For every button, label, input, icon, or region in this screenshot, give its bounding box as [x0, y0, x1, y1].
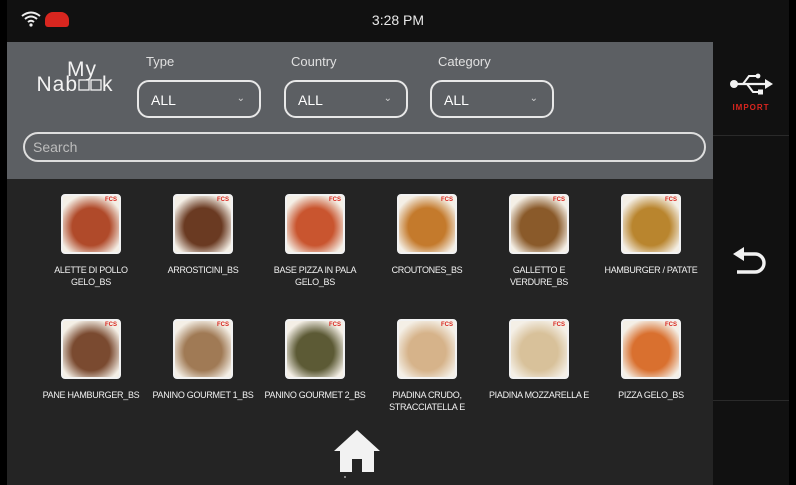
recipe-thumbnail: FCS — [397, 319, 457, 379]
back-button[interactable] — [731, 245, 769, 284]
recipe-name: CROUTONES_BS — [391, 265, 463, 275]
recipe-item[interactable]: FCS GALLETTO E VERDURE_BS — [484, 194, 594, 288]
mynabook-logo: My Nab k — [36, 58, 114, 96]
recipe-name: PIADINA CRUDO, STRACCIATELLA E — [389, 390, 465, 412]
recipe-name: GALLETTO E VERDURE_BS — [509, 265, 569, 287]
search-input[interactable] — [23, 132, 706, 162]
recipe-item[interactable]: FCS PANINO GOURMET 2_BS — [260, 319, 370, 401]
recipe-item[interactable]: FCS PIZZA GELO_BS — [596, 319, 706, 401]
recipe-name: HAMBURGER / PATATE — [604, 265, 698, 275]
recipe-item[interactable]: FCS ARROSTICINI_BS — [148, 194, 258, 276]
sidebar-divider — [713, 135, 789, 136]
category-filter-label: Category — [438, 54, 491, 69]
recipe-thumbnail: FCS — [173, 194, 233, 254]
recipe-thumbnail: FCS — [61, 319, 121, 379]
recipe-thumbnail: FCS — [621, 319, 681, 379]
recipe-grid: FCS ALETTE DI POLLO GELO_BS FCS ARROSTIC… — [7, 179, 713, 485]
recipe-thumbnail: FCS — [173, 319, 233, 379]
book-icon — [78, 79, 102, 92]
type-filter-select[interactable]: ALL ⌄ — [137, 80, 261, 118]
status-time: 3:28 PM — [371, 12, 425, 28]
recipe-name: BASE PIZZA IN PALA GELO_BS — [273, 265, 357, 287]
back-arrow-icon — [733, 247, 766, 274]
filter-header: My Nab k Type ALL ⌄ Country ALL ⌄ Categor… — [7, 42, 713, 179]
app-frame: 3:28 PM My Nab k Type ALL ⌄ Country ALL ⌄… — [7, 0, 789, 485]
chevron-down-icon: ⌄ — [383, 93, 392, 104]
country-filter-select[interactable]: ALL ⌄ — [284, 80, 408, 118]
recipe-thumbnail: FCS — [61, 194, 121, 254]
right-sidebar: IMPORT — [713, 42, 789, 485]
usb-icon — [730, 73, 773, 95]
recipe-thumbnail: FCS — [509, 194, 569, 254]
recipe-thumbnail: FCS — [285, 319, 345, 379]
recipe-item[interactable]: FCS PANE HAMBURGER_BS — [36, 319, 146, 401]
recipe-item[interactable]: FCS PIADINA MOZZARELLA E — [484, 319, 594, 401]
import-button[interactable]: IMPORT — [713, 72, 789, 112]
recipe-item[interactable]: FCS ALETTE DI POLLO GELO_BS — [36, 194, 146, 288]
chevron-down-icon: ⌄ — [236, 93, 245, 104]
sidebar-divider — [713, 400, 789, 401]
chevron-down-icon: ⌄ — [529, 93, 538, 104]
recipe-thumbnail: FCS — [285, 194, 345, 254]
recipe-item[interactable]: FCS CROUTONES_BS — [372, 194, 482, 276]
recipe-thumbnail: FCS — [397, 194, 457, 254]
type-filter-label: Type — [146, 54, 175, 69]
recipe-item[interactable]: FCS PIADINA CRUDO, STRACCIATELLA E — [372, 319, 482, 413]
recipe-thumbnail: FCS — [509, 319, 569, 379]
recipe-thumbnail: FCS — [621, 194, 681, 254]
import-label: IMPORT — [732, 103, 770, 112]
home-icon — [334, 430, 380, 472]
recipe-name: PIZZA GELO_BS — [618, 390, 684, 400]
status-bar: 3:28 PM — [7, 0, 789, 42]
recipe-item[interactable]: FCS BASE PIZZA IN PALA GELO_BS — [260, 194, 370, 288]
home-button[interactable] — [332, 428, 382, 479]
recipe-name: ARROSTICINI_BS — [167, 265, 239, 275]
category-filter-select[interactable]: ALL ⌄ — [430, 80, 554, 118]
recipe-item[interactable]: FCS PANINO GOURMET 1_BS — [148, 319, 258, 401]
recipe-item[interactable]: FCS HAMBURGER / PATATE — [596, 194, 706, 276]
recipe-name: PANINO GOURMET 2_BS — [264, 390, 366, 400]
home-indicator — [344, 476, 346, 478]
recipe-name: ALETTE DI POLLO GELO_BS — [54, 265, 128, 287]
recipe-name: PANINO GOURMET 1_BS — [152, 390, 254, 400]
recipe-name: PIADINA MOZZARELLA E — [488, 390, 590, 400]
recipe-name: PANE HAMBURGER_BS — [42, 390, 140, 400]
country-filter-label: Country — [291, 54, 337, 69]
